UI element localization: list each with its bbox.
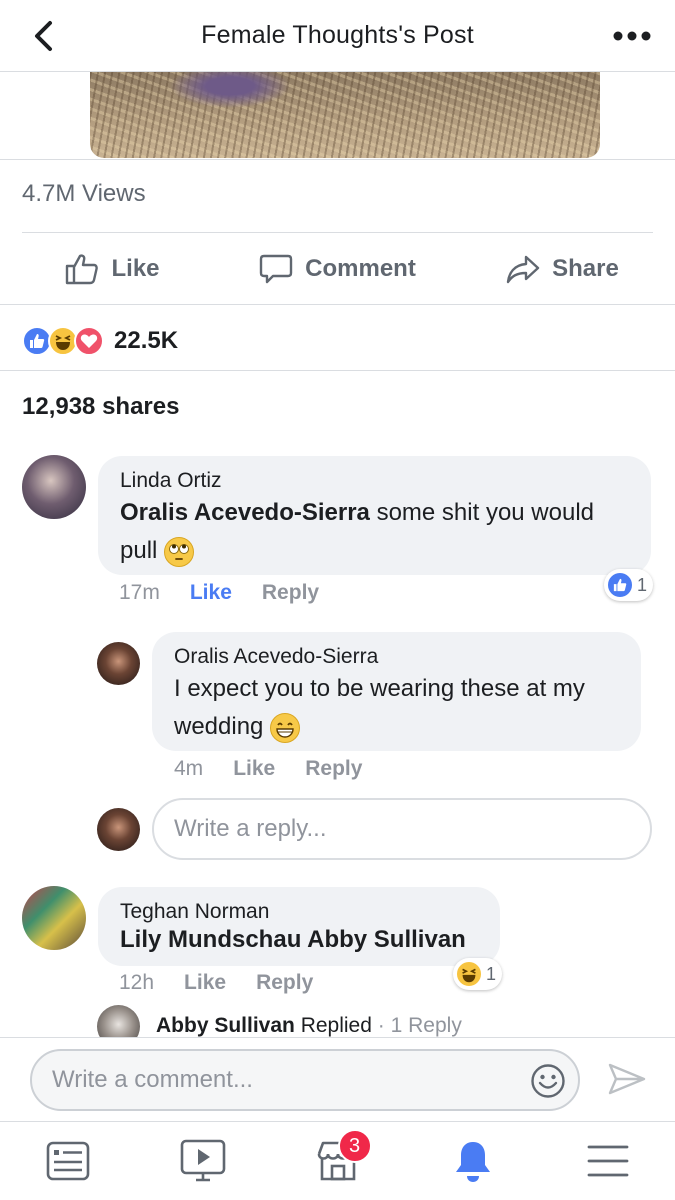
comment-composer: Write a comment...	[0, 1037, 675, 1121]
reactions-summary[interactable]: 22.5K	[22, 326, 178, 356]
comment-meta: 12h Like Reply	[119, 971, 313, 995]
replied-summary[interactable]: Abby Sullivan Replied · 1 Reply	[156, 1014, 462, 1038]
reply-placeholder: Write a reply...	[174, 815, 327, 842]
post-image[interactable]	[90, 72, 600, 158]
reply-input[interactable]: Write a reply...	[152, 798, 652, 860]
shares-count[interactable]: 12,938 shares	[22, 393, 179, 421]
reactions-count: 22.5K	[114, 327, 179, 354]
post-action-bar: Like Comment Share	[0, 233, 675, 305]
grin-emoji	[270, 712, 301, 743]
comment-time: 17m	[119, 581, 160, 604]
comment-mention[interactable]: Oralis Acevedo-Sierra	[120, 499, 370, 526]
replied-action: Replied	[300, 1014, 372, 1037]
comment-meta: 17m Like Reply	[119, 581, 319, 605]
marketplace-icon[interactable]: 3	[308, 1129, 372, 1191]
share-label: Share	[552, 255, 619, 282]
comment-like-button[interactable]: Like	[184, 971, 226, 995]
comment-like-button[interactable]: Like	[190, 581, 232, 605]
avatar[interactable]	[22, 455, 86, 519]
avatar[interactable]	[22, 886, 86, 950]
share-arrow-icon	[506, 253, 540, 285]
reaction-count: 1	[637, 574, 648, 595]
menu-icon[interactable]	[578, 1131, 638, 1191]
comment-author[interactable]: Teghan Norman	[120, 899, 478, 925]
reaction-count: 1	[486, 963, 497, 984]
comment-reaction-badge[interactable]: 1	[604, 569, 654, 601]
more-dots-icon[interactable]	[611, 22, 653, 50]
smiley-icon[interactable]	[530, 1063, 566, 1106]
comment-reply-button[interactable]: Reply	[256, 971, 313, 995]
divider	[0, 370, 675, 371]
thumbs-up-icon	[65, 253, 99, 285]
like-label: Like	[111, 255, 160, 282]
top-nav-bar: Female Thoughts's Post	[0, 0, 675, 72]
reply-bubble: Oralis Acevedo-Sierra I expect you to be…	[152, 632, 641, 751]
like-reaction-icon	[606, 571, 634, 599]
reply-reply-button[interactable]: Reply	[305, 757, 362, 781]
replied-separator: ·	[377, 1014, 385, 1037]
reply-text: I expect you to be wearing these at my w…	[174, 670, 619, 746]
reply-body: I expect you to be wearing these at my w…	[174, 675, 585, 740]
watch-icon[interactable]	[173, 1131, 233, 1191]
replied-count: 1 Reply	[390, 1014, 462, 1037]
like-button[interactable]: Like	[0, 233, 225, 305]
comment-label: Comment	[305, 255, 416, 282]
comment-bubble: Linda Ortiz Oralis Acevedo-Sierra some s…	[98, 456, 651, 575]
send-icon[interactable]	[607, 1062, 647, 1101]
divider	[0, 304, 675, 305]
replied-name: Abby Sullivan	[156, 1014, 295, 1037]
avatar[interactable]	[97, 642, 140, 685]
eye-roll-emoji	[164, 536, 195, 567]
comment-input[interactable]: Write a comment...	[30, 1049, 580, 1111]
reply-meta: 4m Like Reply	[174, 757, 362, 781]
comment-mentions[interactable]: Lily Mundschau Abby Sullivan	[120, 925, 478, 955]
comment-text: Oralis Acevedo-Sierra some shit you woul…	[120, 494, 629, 570]
divider	[0, 159, 675, 160]
avatar	[97, 808, 140, 851]
comment-button[interactable]: Comment	[225, 233, 450, 305]
share-button[interactable]: Share	[450, 233, 675, 305]
comment-time: 12h	[119, 971, 155, 994]
news-feed-icon[interactable]	[38, 1131, 98, 1191]
haha-reaction-icon	[455, 960, 483, 988]
love-reaction-icon	[74, 326, 104, 356]
reply-like-button[interactable]: Like	[233, 757, 275, 781]
comment-reply-button[interactable]: Reply	[262, 581, 319, 605]
reply-time: 4m	[174, 757, 204, 780]
views-count: 4.7M Views	[22, 180, 146, 207]
comment-bubble-icon	[259, 253, 293, 285]
comment-bubble: Teghan Norman Lily Mundschau Abby Sulliv…	[98, 887, 500, 966]
comment-author[interactable]: Linda Ortiz	[120, 468, 629, 494]
back-chevron-icon[interactable]	[26, 18, 60, 54]
reply-author[interactable]: Oralis Acevedo-Sierra	[174, 644, 619, 670]
page-title: Female Thoughts's Post	[201, 21, 474, 49]
comment-placeholder: Write a comment...	[52, 1066, 253, 1093]
marketplace-badge: 3	[337, 1129, 372, 1163]
notifications-bell-icon[interactable]	[443, 1131, 503, 1191]
bottom-tab-bar: 3	[0, 1121, 675, 1200]
comment-reaction-badge[interactable]: 1	[453, 958, 503, 990]
